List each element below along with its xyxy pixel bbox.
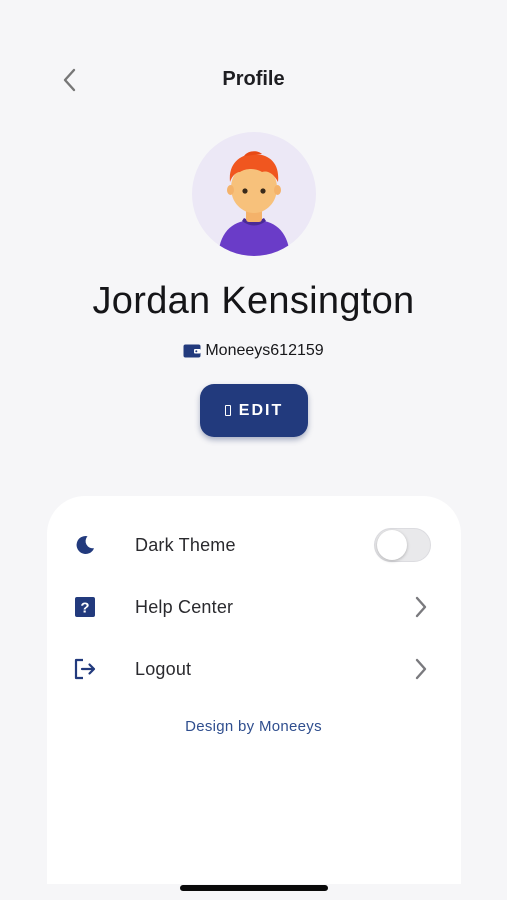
setting-row-help-center[interactable]: ? Help Center <box>47 582 461 632</box>
help-icon: ? <box>73 595 97 619</box>
home-indicator[interactable] <box>180 885 328 891</box>
wallet-icon <box>183 344 201 358</box>
svg-text:?: ? <box>80 600 89 617</box>
setting-row-dark-theme: Dark Theme <box>47 520 461 570</box>
dark-theme-toggle[interactable] <box>374 528 431 562</box>
profile-screen: Profile Jordan Kensington Moneeys612159 … <box>0 0 507 900</box>
edit-button-label: EDIT <box>238 401 284 419</box>
edit-profile-button[interactable]: EDIT <box>200 384 308 437</box>
wallet-id-row: Moneeys612159 <box>0 342 507 360</box>
user-name: Jordan Kensington <box>92 280 415 322</box>
footer-credit: Design by Moneeys <box>185 718 322 735</box>
toggle-knob <box>377 530 407 560</box>
wallet-id: Moneeys612159 <box>205 342 324 359</box>
setting-label-help-center: Help Center <box>135 596 234 617</box>
avatar <box>192 132 316 256</box>
moon-icon <box>73 533 97 557</box>
chevron-right-icon <box>413 657 429 681</box>
chevron-right-icon <box>413 595 429 619</box>
page-title: Profile <box>222 68 285 90</box>
setting-label-logout: Logout <box>135 658 192 679</box>
edit-icon <box>224 405 231 416</box>
logout-icon <box>73 657 97 681</box>
setting-label-dark-theme: Dark Theme <box>135 534 236 555</box>
person-avatar-icon <box>218 151 290 256</box>
setting-row-logout[interactable]: Logout <box>47 644 461 694</box>
settings-card: Dark Theme ? Help Center Logout <box>47 496 461 884</box>
